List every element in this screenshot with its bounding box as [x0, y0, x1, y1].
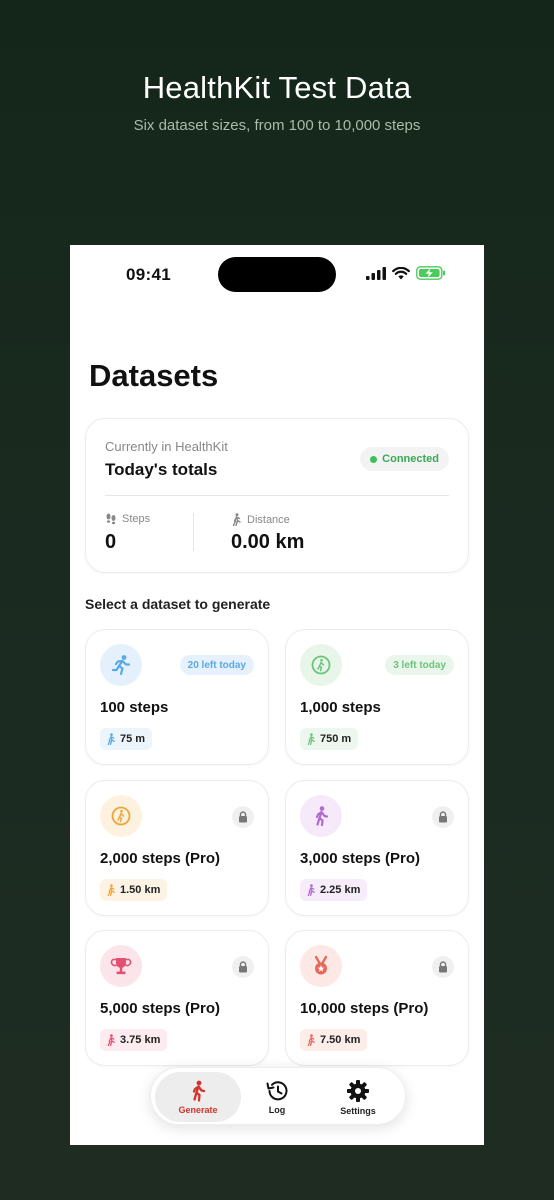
distance-chip-label: 75 m [120, 733, 146, 745]
lock-icon [232, 956, 254, 978]
phone-screen: 09:41 Datasets Currently in HealthKit To… [70, 245, 484, 1145]
distance-chip: 75 m [100, 728, 153, 750]
distance-metric-label: Distance [231, 513, 290, 526]
battery-charging-icon [416, 266, 445, 280]
steps-label: Steps [122, 513, 151, 525]
promo-title: HealthKit Test Data [142, 70, 412, 105]
steps-value: 0 [105, 531, 117, 553]
distance-chip-label: 750 m [320, 733, 352, 745]
lock-icon [432, 956, 454, 978]
dataset-title: 100 steps [100, 699, 169, 716]
tab-generate-label: Generate [178, 1104, 218, 1115]
totals-caption: Currently in HealthKit [105, 439, 228, 454]
walking-icon [307, 1034, 315, 1046]
dataset-title: 3,000 steps (Pro) [300, 850, 421, 867]
totals-card: Currently in HealthKit Today's totals Co… [85, 418, 469, 573]
walking-icon [192, 1080, 206, 1102]
distance-chip: 7.50 km [300, 1029, 368, 1051]
dataset-title: 5,000 steps (Pro) [100, 1000, 221, 1017]
running-icon [100, 644, 142, 686]
distance-chip-label: 1.50 km [120, 884, 161, 896]
cellular-signal-icon [366, 266, 386, 280]
divider [105, 495, 449, 496]
distance-chip-label: 2.25 km [320, 884, 361, 896]
walking-icon [107, 884, 115, 896]
dataset-card-10000[interactable]: 10,000 steps (Pro) 7.50 km [285, 930, 469, 1066]
walking-circle-icon [300, 644, 342, 686]
distance-chip: 750 m [300, 728, 359, 750]
dataset-card-100[interactable]: 20 left today 100 steps 75 m [85, 629, 269, 765]
promo-subtitle: Six dataset sizes, from 100 to 10,000 st… [133, 117, 421, 134]
distance-chip: 1.50 km [100, 879, 168, 901]
totals-heading: Today's totals [105, 460, 218, 479]
dataset-card-5000[interactable]: 5,000 steps (Pro) 3.75 km [85, 930, 269, 1066]
tab-log[interactable]: Log [241, 1072, 313, 1122]
tab-settings-label: Settings [340, 1105, 376, 1116]
metric-divider [193, 513, 194, 551]
connection-status-label: Connected [382, 453, 439, 465]
quota-badge: 3 left today [385, 655, 454, 675]
distance-chip-label: 3.75 km [120, 1034, 161, 1046]
trophy-icon [100, 945, 142, 987]
status-icons [366, 266, 446, 280]
connection-status-badge: Connected [360, 447, 449, 471]
dataset-card-2000[interactable]: 2,000 steps (Pro) 1.50 km [85, 780, 269, 916]
walking-icon [107, 1034, 115, 1046]
dataset-title: 1,000 steps [300, 699, 381, 716]
dataset-card-3000[interactable]: 3,000 steps (Pro) 2.25 km [285, 780, 469, 916]
section-label: Select a dataset to generate [85, 596, 271, 612]
walking-icon [107, 733, 115, 745]
walking-icon [232, 513, 241, 526]
tab-settings[interactable]: Settings [313, 1072, 403, 1122]
walking-icon [300, 795, 342, 837]
distance-chip: 2.25 km [300, 879, 368, 901]
gear-icon [347, 1079, 369, 1102]
distance-chip-label: 7.50 km [320, 1034, 361, 1046]
status-dot-icon [370, 455, 378, 463]
status-time: 09:41 [126, 265, 171, 284]
wifi-icon [392, 266, 410, 279]
distance-chip: 3.75 km [100, 1029, 168, 1051]
walking-icon [307, 733, 315, 745]
dynamic-island [218, 257, 336, 292]
history-icon [266, 1080, 288, 1100]
lock-icon [232, 806, 254, 828]
lock-icon [432, 806, 454, 828]
dataset-card-1000[interactable]: 3 left today 1,000 steps 750 m [285, 629, 469, 765]
dataset-title: 2,000 steps (Pro) [100, 850, 221, 867]
walking-circle-icon [100, 795, 142, 837]
steps-metric-label: Steps [105, 513, 150, 525]
tab-bar: Generate Log Settings [150, 1067, 406, 1125]
tab-generate[interactable]: Generate [155, 1072, 241, 1122]
distance-label: Distance [247, 513, 290, 526]
footprints-icon [106, 513, 116, 525]
quota-badge: 20 left today [179, 655, 254, 675]
walking-icon [307, 884, 315, 896]
page-title: Datasets [89, 358, 219, 393]
tab-log-label: Log [268, 1104, 286, 1115]
medal-icon [300, 945, 342, 987]
dataset-title: 10,000 steps (Pro) [300, 1000, 429, 1017]
distance-value: 0.00 km [231, 531, 305, 553]
